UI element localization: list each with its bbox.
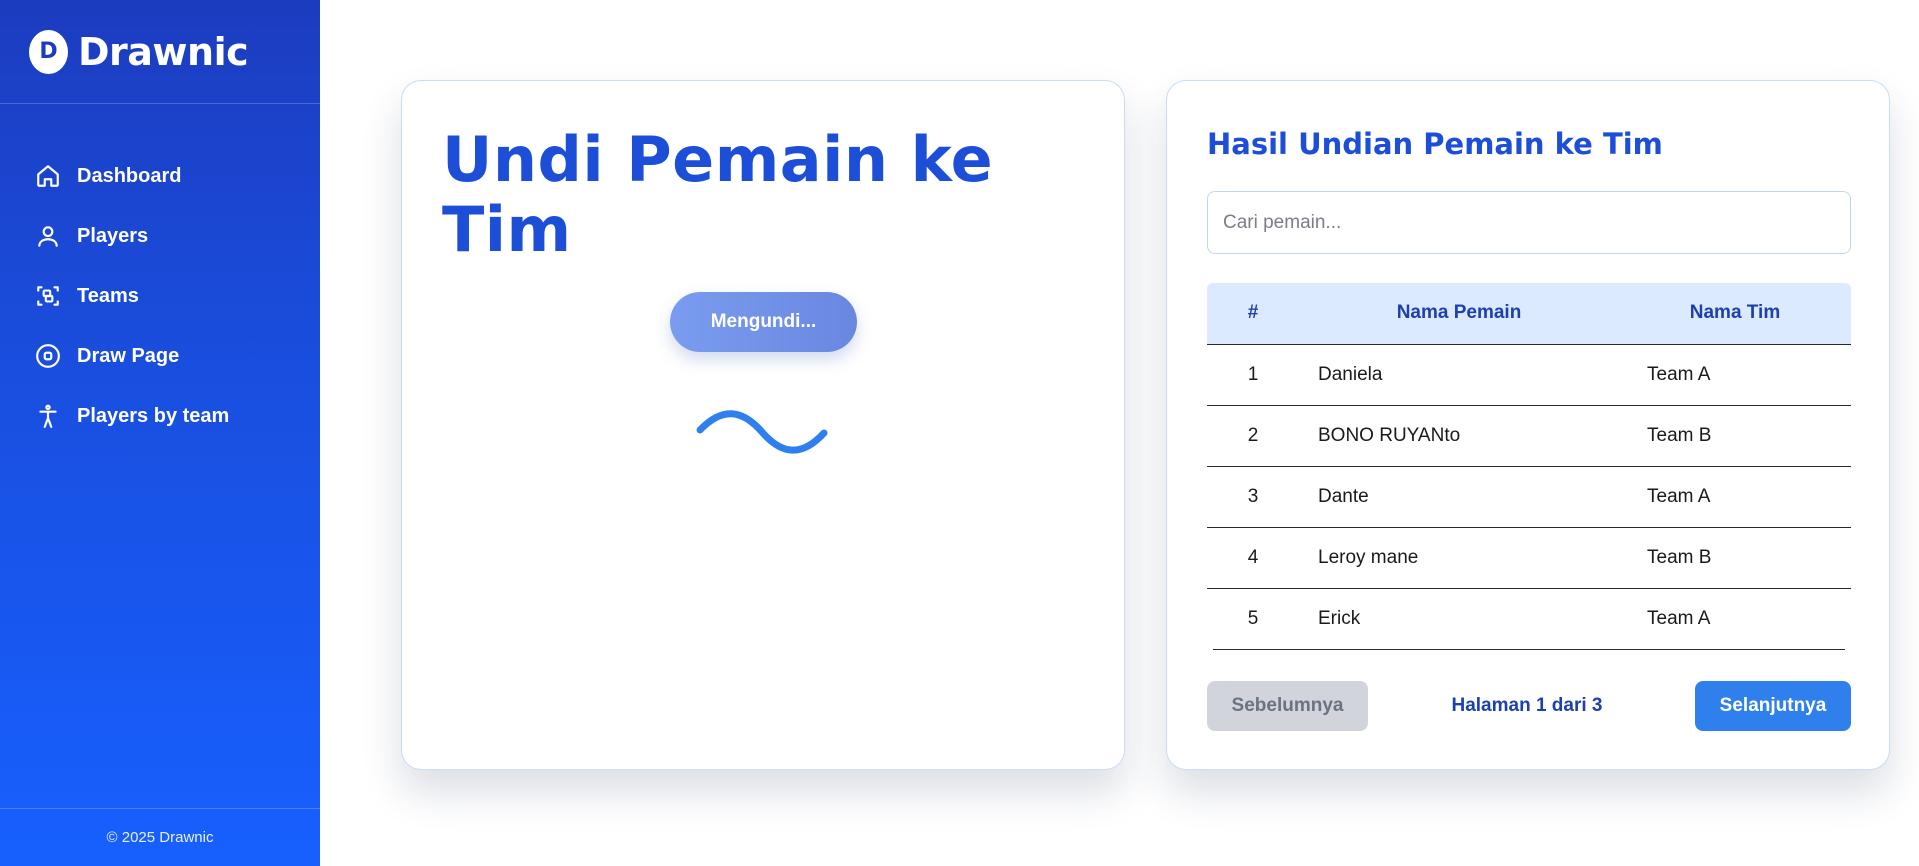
sidebar: D Drawnic Dashboard Players Teams Draw P…	[0, 0, 320, 866]
table-header-row: # Nama Pemain Nama Tim	[1207, 283, 1851, 345]
page-indicator: Halaman 1 dari 3	[1451, 695, 1603, 716]
previous-page-button[interactable]: Sebelumnya	[1207, 681, 1368, 731]
cell-team-name: Team B	[1619, 405, 1851, 467]
target-circle-icon	[34, 342, 62, 370]
sidebar-footer: © 2025 Drawnic	[0, 808, 320, 866]
search-input[interactable]	[1207, 191, 1851, 254]
table-row: 3 Dante Team A	[1207, 466, 1851, 528]
table-row: 4 Leroy mane Team B	[1207, 527, 1851, 589]
user-icon	[34, 222, 62, 250]
brand[interactable]: D Drawnic	[0, 0, 320, 104]
table-row: 5 Erick Team A	[1207, 588, 1851, 649]
cell-team-name: Team B	[1619, 527, 1851, 589]
cell-team-name: Team A	[1647, 607, 1711, 629]
cell-player-name: Dante	[1299, 466, 1619, 528]
table-row: 1 Daniela Team A	[1207, 344, 1851, 406]
cell-number: 1	[1207, 344, 1299, 406]
app: D Drawnic Dashboard Players Teams Draw P…	[0, 0, 1919, 866]
sidebar-item-players[interactable]: Players	[0, 206, 320, 266]
cell-player-name: Erick	[1318, 607, 1361, 629]
cell-team-name: Team A	[1619, 466, 1851, 528]
cell-player-name: Daniela	[1299, 344, 1619, 406]
results-table: # Nama Pemain Nama Tim 1 Daniela Team A …	[1207, 283, 1851, 651]
home-icon	[34, 162, 62, 190]
cell-number: 3	[1207, 466, 1299, 528]
brand-name: Drawnic	[78, 29, 249, 74]
sidebar-item-dashboard[interactable]: Dashboard	[0, 146, 320, 206]
cell-number: 4	[1207, 527, 1299, 589]
sidebar-item-teams[interactable]: Teams	[0, 266, 320, 326]
wave-loading-icon	[696, 410, 828, 454]
person-standing-icon	[34, 402, 62, 430]
table-row: 2 BONO RUYANto Team B	[1207, 405, 1851, 467]
logo-icon: D	[29, 29, 68, 74]
sidebar-item-label: Teams	[77, 284, 139, 307]
sidebar-nav: Dashboard Players Teams Draw Page Player…	[0, 146, 320, 446]
sidebar-item-draw-page[interactable]: Draw Page	[0, 326, 320, 386]
column-header-team-name: Nama Tim	[1619, 283, 1851, 345]
sidebar-item-label: Dashboard	[77, 164, 182, 187]
sidebar-item-label: Players	[77, 224, 149, 247]
results-card: Hasil Undian Pemain ke Tim # Nama Pemain…	[1166, 80, 1890, 770]
scan-face-icon	[34, 282, 62, 310]
page-title: Undi Pemain ke Tim	[442, 123, 994, 266]
column-header-player-name: Nama Pemain	[1299, 283, 1619, 345]
cell-number: 2	[1207, 405, 1299, 467]
column-header-number: #	[1207, 283, 1299, 345]
cell-number: 5	[1247, 607, 1259, 629]
cell-player-name: BONO RUYANto	[1299, 405, 1619, 467]
cell-team-name: Team A	[1619, 344, 1851, 406]
next-page-button[interactable]: Selanjutnya	[1695, 681, 1851, 731]
sidebar-item-label: Draw Page	[77, 344, 180, 367]
table-divider	[1213, 649, 1845, 650]
sidebar-item-label: Players by team	[77, 404, 230, 427]
draw-button[interactable]: Mengundi...	[670, 292, 857, 352]
draw-card: Undi Pemain ke Tim Mengundi...	[401, 80, 1125, 770]
sidebar-item-players-by-team[interactable]: Players by team	[0, 386, 320, 446]
cell-player-name: Leroy mane	[1299, 527, 1619, 589]
results-title: Hasil Undian Pemain ke Tim	[1207, 127, 1663, 161]
